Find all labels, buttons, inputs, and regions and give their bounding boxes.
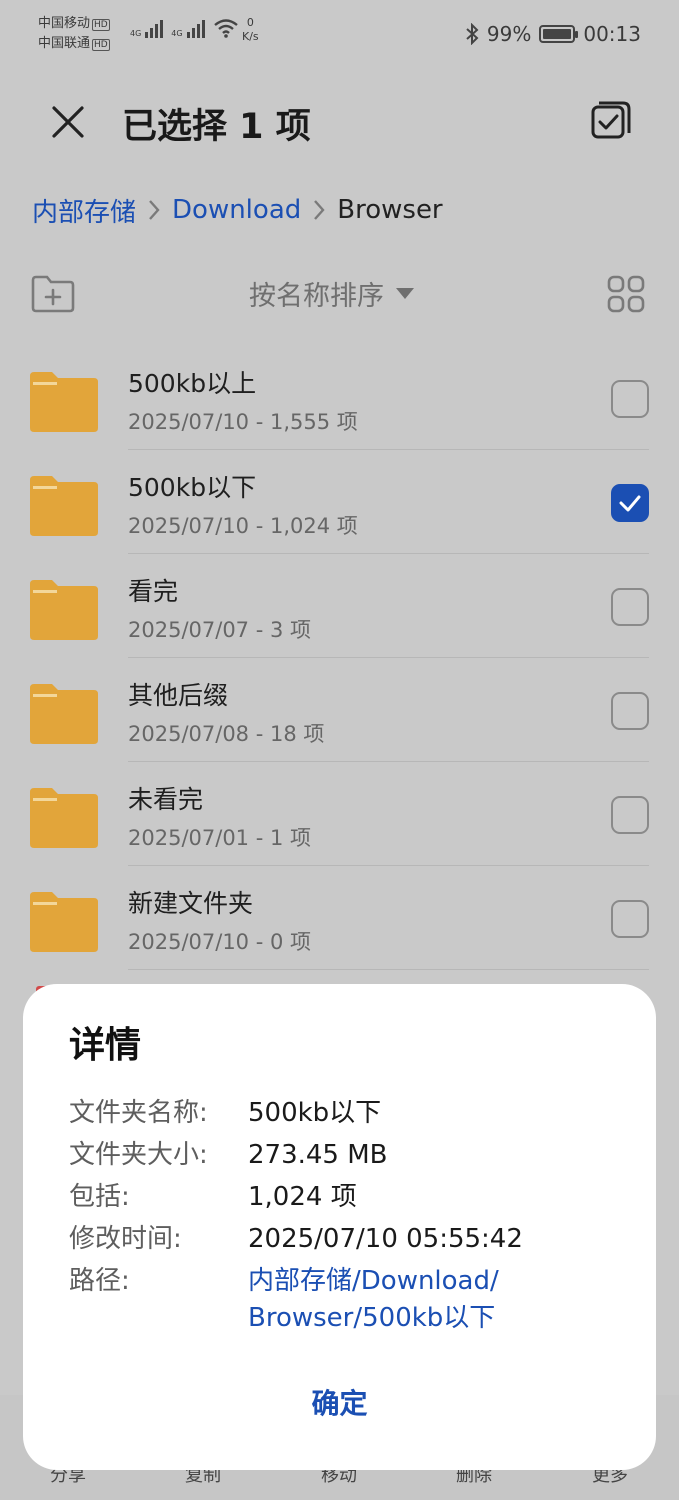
hd-badge: HD [92,39,110,51]
breadcrumb: 内部存储 Download Browser [32,190,443,230]
detail-label: 修改时间: [69,1224,182,1254]
page-title: 已选择 1 项 [122,107,311,147]
carrier-info: 中国移动 HD 中国联通 HD [38,14,110,54]
file-meta: 2025/07/10 - 1,555 项 [128,410,358,434]
folder-icon [30,684,98,744]
checkbox[interactable] [611,900,649,938]
breadcrumb-download[interactable]: Download [172,195,301,225]
signal-icon: 4G [130,20,164,38]
selection-header: 已选择 1 项 [0,84,679,160]
close-icon [52,106,84,138]
detail-label: 路径: [69,1266,130,1296]
clock: 00:13 [583,22,641,46]
list-item[interactable]: 看完 2025/07/07 - 3 项 [0,554,679,658]
signal-icons: 4G 4G [130,18,239,38]
status-bar: 中国移动 HD 中国联通 HD 4G 4G 0 K/s 99% 00:13 [0,0,679,72]
list-item[interactable]: 新建文件夹 2025/07/10 - 0 项 [0,866,679,970]
grid-icon [607,275,645,313]
detail-value: 1,024 项 [248,1182,357,1212]
file-name: 看完 [128,577,179,606]
chevron-right-icon [146,197,162,223]
wifi-icon [213,19,238,38]
battery-percent: 99% [486,22,532,46]
folder-icon [30,788,98,848]
detail-value: 273.45 MB [248,1140,388,1170]
detail-value: 500kb以下 [248,1098,382,1128]
caret-down-icon [396,288,414,299]
path-link[interactable]: 内部存储/Download/ Browser/500kb以下 [248,1260,499,1337]
grid-view-button[interactable] [606,274,646,314]
check-icon [619,495,641,512]
detail-row-includes: 包括: 1,024 项 [69,1176,629,1218]
detail-row-size: 文件夹大小: 273.45 MB [69,1134,629,1176]
breadcrumb-internal-storage[interactable]: 内部存储 [32,192,136,229]
checkbox[interactable] [611,588,649,626]
divider [128,969,649,970]
bluetooth-icon [466,23,479,45]
carrier-1: 中国移动 [38,16,91,31]
checkbox-checked[interactable] [611,484,649,522]
file-name: 未看完 [128,785,204,814]
list-toolbar: 按名称排序 [0,268,679,324]
file-meta: 2025/07/01 - 1 项 [128,826,312,850]
file-meta: 2025/07/08 - 18 项 [128,722,325,746]
file-meta: 2025/07/10 - 1,024 项 [128,514,358,538]
detail-label: 包括: [69,1182,130,1212]
detail-value: 2025/07/10 05:55:42 [248,1224,523,1254]
file-list: 500kb以上 2025/07/10 - 1,555 项 500kb以下 202… [0,346,679,970]
detail-row-name: 文件夹名称: 500kb以下 [69,1092,629,1134]
checkbox[interactable] [611,380,649,418]
status-right: 99% 00:13 [465,22,641,46]
carrier-2: 中国联通 [38,36,91,51]
chevron-right-icon [311,197,327,223]
detail-row-path: 路径: 内部存储/Download/ Browser/500kb以下 [69,1260,629,1337]
detail-label: 文件夹名称: [69,1098,208,1128]
list-item[interactable]: 500kb以上 2025/07/10 - 1,555 项 [0,346,679,450]
breadcrumb-browser: Browser [337,195,443,225]
list-item[interactable]: 其他后缀 2025/07/08 - 18 项 [0,658,679,762]
checkbox[interactable] [611,692,649,730]
new-folder-button[interactable] [30,274,76,314]
signal-icon: 4G [171,20,205,38]
dialog-title: 详情 [69,1025,142,1066]
file-meta: 2025/07/07 - 3 项 [128,618,312,642]
select-all-button[interactable] [588,98,634,144]
folder-icon [30,372,98,432]
folder-icon [30,476,98,536]
select-all-icon [591,101,631,139]
detail-row-modified: 修改时间: 2025/07/10 05:55:42 [69,1218,629,1260]
details-list: 文件夹名称: 500kb以下 文件夹大小: 273.45 MB 包括: 1,02… [69,1092,629,1337]
sort-button[interactable]: 按名称排序 [249,274,414,313]
file-name: 500kb以上 [128,369,257,398]
file-name: 其他后缀 [128,681,229,710]
ok-button[interactable]: 确定 [23,1382,656,1422]
folder-icon [30,580,98,640]
path-line-2: Browser/500kb以下 [248,1303,496,1333]
path-line-1: 内部存储/Download/ [248,1266,499,1296]
file-name: 500kb以下 [128,473,257,502]
sort-label: 按名称排序 [249,281,384,312]
detail-label: 文件夹大小: [69,1140,208,1170]
folder-icon [30,892,98,952]
hd-badge: HD [92,19,110,31]
file-name: 新建文件夹 [128,889,254,918]
close-button[interactable] [46,100,90,144]
new-folder-icon [31,275,75,313]
network-speed: 0 K/s [242,16,259,43]
checkbox[interactable] [611,796,649,834]
list-item[interactable]: 500kb以下 2025/07/10 - 1,024 项 [0,450,679,554]
battery-icon [539,25,579,43]
file-meta: 2025/07/10 - 0 项 [128,930,312,954]
details-dialog: 详情 文件夹名称: 500kb以下 文件夹大小: 273.45 MB 包括: 1… [23,984,656,1470]
list-item[interactable]: 未看完 2025/07/01 - 1 项 [0,762,679,866]
